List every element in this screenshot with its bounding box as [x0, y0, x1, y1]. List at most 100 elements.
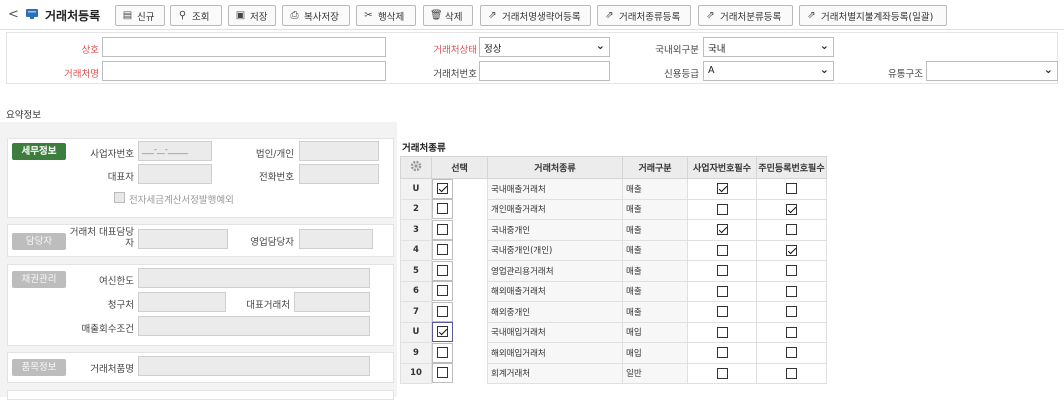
col-jumin-required[interactable]: 주민등록번호필수: [756, 156, 827, 179]
jumin-required-checkbox[interactable]: [786, 183, 797, 195]
table-row[interactable]: 9 해외매입거래처 매입: [400, 342, 827, 364]
bizno-required-checkbox[interactable]: [716, 367, 728, 379]
row-jumin-cell[interactable]: [756, 301, 827, 323]
search-button[interactable]: ⚲ 조회: [170, 5, 222, 26]
row-bizno-cell[interactable]: [687, 321, 757, 343]
row-bizno-cell[interactable]: [687, 260, 757, 282]
status-select[interactable]: 정상 ⌄: [479, 37, 610, 57]
row-jumin-cell[interactable]: [756, 198, 827, 220]
credit-select[interactable]: A ⌄: [703, 61, 834, 81]
row-select-cell[interactable]: [432, 322, 453, 342]
jumin-required-checkbox[interactable]: [786, 265, 797, 277]
row-bizno-cell[interactable]: [687, 301, 757, 323]
bizno-required-checkbox[interactable]: [716, 265, 728, 277]
row-bizno-cell[interactable]: [687, 362, 757, 384]
row-select-cell[interactable]: [432, 219, 453, 240]
row-select-checkbox[interactable]: [437, 183, 448, 194]
row-jumin-cell[interactable]: [756, 178, 827, 200]
copy-save-button[interactable]: ⎙ 복사저장: [282, 5, 350, 26]
abbrev-register-button[interactable]: ⇗ 거래처명생략어등록: [480, 5, 591, 26]
table-row[interactable]: 7 해외중개인 매출: [400, 301, 827, 323]
billing-input[interactable]: [138, 292, 226, 312]
row-select-checkbox[interactable]: [437, 285, 448, 296]
row-jumin-cell[interactable]: [756, 362, 827, 384]
bizno-required-checkbox[interactable]: [716, 203, 728, 215]
grid-settings-header[interactable]: [400, 156, 432, 179]
dist-select[interactable]: ⌄: [926, 61, 1058, 81]
row-select-checkbox[interactable]: [437, 264, 448, 276]
row-select-checkbox[interactable]: [437, 326, 448, 337]
row-bizno-cell[interactable]: [687, 239, 757, 261]
delete-row-button[interactable]: ✂ 행삭제: [356, 5, 416, 26]
tax-info-button[interactable]: 세무정보: [12, 143, 66, 160]
row-bizno-cell[interactable]: [687, 198, 757, 220]
bizno-required-checkbox[interactable]: [716, 183, 728, 195]
row-select-checkbox[interactable]: [437, 305, 448, 317]
delete-button[interactable]: 🗑 삭제: [423, 5, 473, 26]
parent-input[interactable]: [294, 292, 370, 312]
row-select-cell[interactable]: [432, 240, 453, 260]
row-select-checkbox[interactable]: [437, 223, 448, 235]
row-jumin-cell[interactable]: [756, 321, 827, 343]
row-select-checkbox[interactable]: [437, 203, 448, 214]
corp-input[interactable]: [299, 141, 379, 161]
sales-manager-input[interactable]: [299, 229, 373, 249]
terms-input[interactable]: [138, 316, 370, 336]
credit-button[interactable]: 채권관리: [12, 271, 66, 288]
table-row[interactable]: 6 해외매출거래처 매출: [400, 280, 827, 302]
row-select-cell[interactable]: [432, 363, 453, 383]
row-bizno-cell[interactable]: [687, 219, 757, 241]
row-jumin-cell[interactable]: [756, 280, 827, 302]
number-input[interactable]: [479, 61, 610, 81]
row-jumin-cell[interactable]: [756, 219, 827, 241]
rep-manager-input[interactable]: [138, 229, 228, 249]
jumin-required-checkbox[interactable]: [786, 203, 797, 215]
row-jumin-cell[interactable]: [756, 239, 827, 261]
domestic-select[interactable]: 국내 ⌄: [703, 37, 834, 57]
col-kind[interactable]: 거래구분: [622, 156, 688, 179]
back-icon[interactable]: <: [8, 7, 19, 22]
item-button[interactable]: 품목정보: [12, 359, 66, 376]
account-register-button[interactable]: ⇗ 거래처별지불계좌등록(일괄): [799, 5, 947, 26]
row-select-cell[interactable]: [432, 281, 453, 301]
jumin-required-checkbox[interactable]: [786, 347, 797, 359]
jumin-required-checkbox[interactable]: [786, 326, 797, 338]
col-bizno-required[interactable]: 사업자번호필수: [687, 156, 757, 179]
bizno-required-checkbox[interactable]: [716, 244, 728, 256]
row-select-checkbox[interactable]: [437, 367, 448, 378]
bizno-required-checkbox[interactable]: [716, 224, 728, 236]
row-select-cell[interactable]: [432, 301, 453, 322]
table-row[interactable]: 10 회계거래처 일반: [400, 362, 827, 384]
name-input[interactable]: [102, 61, 386, 81]
table-row[interactable]: U 국내매출거래처 매출: [400, 178, 827, 200]
code-input[interactable]: [102, 37, 386, 57]
col-select[interactable]: 선택: [431, 156, 488, 179]
table-row[interactable]: 5 영업관리용거래처 매출: [400, 260, 827, 282]
row-select-cell[interactable]: [432, 179, 453, 199]
row-jumin-cell[interactable]: [756, 260, 827, 282]
jumin-required-checkbox[interactable]: [786, 285, 797, 297]
jumin-required-checkbox[interactable]: [786, 244, 797, 256]
row-jumin-cell[interactable]: [756, 342, 827, 364]
bizno-required-checkbox[interactable]: [716, 306, 728, 318]
row-select-cell[interactable]: [432, 199, 453, 219]
row-bizno-cell[interactable]: [687, 342, 757, 364]
item-name-input[interactable]: [138, 356, 370, 376]
jumin-required-checkbox[interactable]: [786, 306, 797, 318]
bizno-required-checkbox[interactable]: [716, 347, 728, 359]
row-select-cell[interactable]: [432, 260, 453, 281]
bizno-required-checkbox[interactable]: [716, 285, 728, 297]
table-row[interactable]: 4 국내중개인(개인) 매출: [400, 239, 827, 261]
row-select-checkbox[interactable]: [437, 244, 448, 255]
jumin-required-checkbox[interactable]: [786, 224, 797, 236]
row-select-checkbox[interactable]: [437, 346, 448, 358]
type-register-button[interactable]: ⇗ 거래처종류등록: [597, 5, 691, 26]
table-row[interactable]: 2 개인매출거래처 매출: [400, 198, 827, 220]
row-bizno-cell[interactable]: [687, 280, 757, 302]
bizno-input[interactable]: ___-__-_____: [138, 141, 212, 161]
ceo-input[interactable]: [138, 164, 212, 184]
table-row[interactable]: 3 국내중개인 매출: [400, 219, 827, 241]
row-bizno-cell[interactable]: [687, 178, 757, 200]
table-row[interactable]: U 국내매입거래처 매입: [400, 321, 827, 343]
new-button[interactable]: ▤ 신규: [115, 5, 165, 26]
